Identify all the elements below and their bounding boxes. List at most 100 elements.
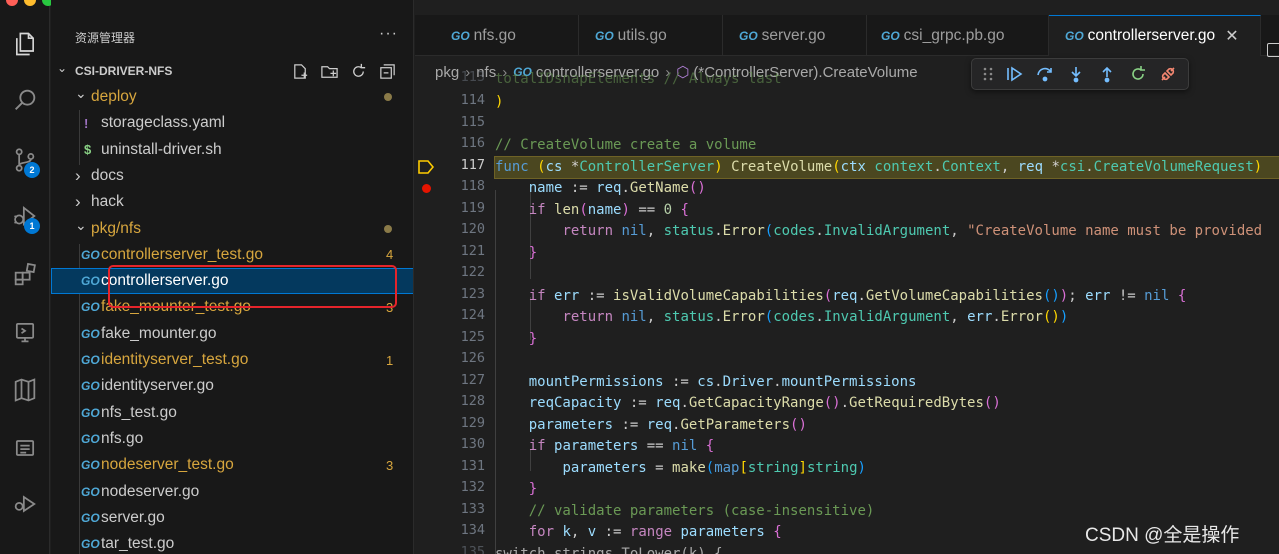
modified-dot [384,224,392,233]
run-debug-badge: 1 [24,218,40,234]
tree-item-label: hack [91,193,124,211]
close-window-dot[interactable] [6,0,18,6]
collapse-all-icon[interactable] [378,62,397,81]
close-tab-icon[interactable]: ✕ [1225,26,1238,46]
tab-server-go[interactable]: GO server.go [723,15,867,56]
tree-file-identityserver-test-go[interactable]: GO identityserver_test.go 1 [51,347,413,373]
minimize-window-dot[interactable] [24,0,36,6]
line-number: 113 [460,69,485,85]
disconnect-icon[interactable] [1158,64,1178,84]
tab-nfs-go[interactable]: GO nfs.go [435,15,579,56]
code-line-116: // CreateVolume create a volume [495,137,757,153]
source-control-badge: 2 [24,162,40,178]
source-control-icon[interactable]: 2 [0,140,50,180]
code-line-120: return nil, status.Error(codes.InvalidAr… [562,223,1263,239]
chevron-down-icon: ⌄ [75,85,87,101]
explorer-sidebar: 资源管理器 ··· ⌄ CSI-DRIVER-NFS ⌄ deploy! stora… [51,0,414,554]
modified-dot [384,93,392,101]
tree-file-nfs-go[interactable]: GO nfs.go [51,426,413,452]
line-number: 127 [460,371,485,388]
go-file-icon: GO [81,274,100,289]
workspace-section-header[interactable]: ⌄ CSI-DRIVER-NFS [51,60,413,82]
go-file-icon: GO [739,28,758,43]
go-file-icon: GO [81,326,100,341]
drag-handle-icon[interactable] [978,64,998,84]
tree-file-nodeserver-test-go[interactable]: GO nodeserver_test.go 3 [51,452,413,478]
tree-folder-pkg-nfs[interactable]: ⌄ pkg/nfs [51,216,413,242]
tab-csi-grpc-pb-go[interactable]: GO csi_grpc.pb.go [867,15,1049,56]
tree-item-label: identityserver.go [101,377,214,395]
tree-file-fake-mounter-go[interactable]: GO fake_mounter.go [51,321,413,347]
run-debug-icon[interactable]: 1 [0,196,50,236]
line-number: 119 [460,199,485,216]
tree-folder-deploy[interactable]: ⌄ deploy [51,84,413,110]
tree-file-nfs-test-go[interactable]: GO nfs_test.go [51,400,413,426]
breakpoint-icon[interactable] [422,184,431,193]
search-icon[interactable] [0,80,50,120]
tree-item-label: docs [91,166,124,184]
tree-item-label: server.go [101,508,165,526]
go-file-icon: GO [81,405,100,420]
tree-item-label: nfs.go [101,429,144,447]
tree-file-storageclass-yaml[interactable]: ! storageclass.yaml [51,110,413,136]
new-folder-icon[interactable] [320,62,339,81]
tree-file-uninstall-driver-sh[interactable]: $ uninstall-driver.sh [51,137,413,163]
panel-icon[interactable] [0,428,50,468]
workspace-title: CSI-DRIVER-NFS [75,64,173,78]
line-number: 128 [460,393,485,409]
go-file-icon: GO [81,484,100,499]
code-line-134: for k, v := range parameters { [528,524,782,540]
step-over-icon[interactable] [1035,64,1055,84]
tree-item-label: controllerserver_test.go [101,245,263,263]
code-line-124: return nil, status.Error(codes.InvalidAr… [562,309,1069,325]
explorer-icon[interactable] [0,24,50,64]
more-actions-icon[interactable]: ··· [379,25,398,43]
code-line-114: ) [495,94,504,110]
tree-item-label: storageclass.yaml [101,114,226,132]
line-number: 133 [460,500,485,517]
restart-icon[interactable] [1128,64,1148,84]
line-number: 115 [460,113,485,130]
tree-item-label: tar_test.go [101,535,175,553]
split-editor-icon[interactable] [1267,43,1279,57]
go-file-icon: GO [1065,29,1084,43]
go-file-icon: GO [81,510,100,525]
tab-utils-go[interactable]: GO utils.go [579,15,723,56]
tree-item-label: identityserver_test.go [101,351,249,368]
tree-file-controllerserver-test-go[interactable]: GO controllerserver_test.go 4 [51,242,413,268]
map-icon[interactable] [0,370,50,410]
go-file-icon: GO [81,300,100,315]
tab-bar: GO nfs.go GO utils.go GO server.go GO csi_gr… [415,15,1279,57]
refresh-icon[interactable] [349,62,368,81]
code-line-132: } [528,481,538,497]
code-line-121: } [528,244,538,261]
line-number: 121 [460,242,485,259]
line-number: 120 [460,221,485,237]
tree-file-nodeserver-go[interactable]: GO nodeserver.go [51,479,413,505]
tree-file-server-go[interactable]: GO server.go [51,505,413,531]
tree-item-label: pkg/nfs [91,219,141,237]
tab-controllerserver-go[interactable]: GO controllerserver.go ✕ [1049,15,1261,56]
extensions-icon[interactable] [0,255,50,295]
go-file-icon: GO [81,431,100,446]
step-into-icon[interactable] [1066,64,1086,84]
line-number: 114 [460,92,485,108]
tree-folder-docs[interactable]: › docs [51,163,413,189]
line-number: 131 [460,457,485,474]
chevron-down-icon: ⌄ [75,216,87,233]
tree-file-identityserver-go[interactable]: GO identityserver.go [51,373,413,399]
continue-icon[interactable] [1004,64,1024,84]
tree-file-tar-test-go[interactable]: GO tar_test.go [51,531,413,554]
tree-item-label: nfs_test.go [101,403,177,421]
go-file-icon: GO [81,247,100,262]
tree-folder-hack[interactable]: › hack [51,189,413,215]
new-file-icon[interactable] [291,62,310,81]
code-line-133: // validate parameters (case-insensitive… [528,502,875,519]
code-line-127: mountPermissions := cs.Driver.mountPermi… [528,373,917,390]
debug-console-icon[interactable] [0,484,50,524]
remote-explorer-icon[interactable] [0,312,50,352]
go-file-icon: GO [81,379,100,394]
shell-file-icon: $ [84,142,92,158]
debug-toolbar [971,58,1189,90]
step-out-icon[interactable] [1097,64,1117,84]
